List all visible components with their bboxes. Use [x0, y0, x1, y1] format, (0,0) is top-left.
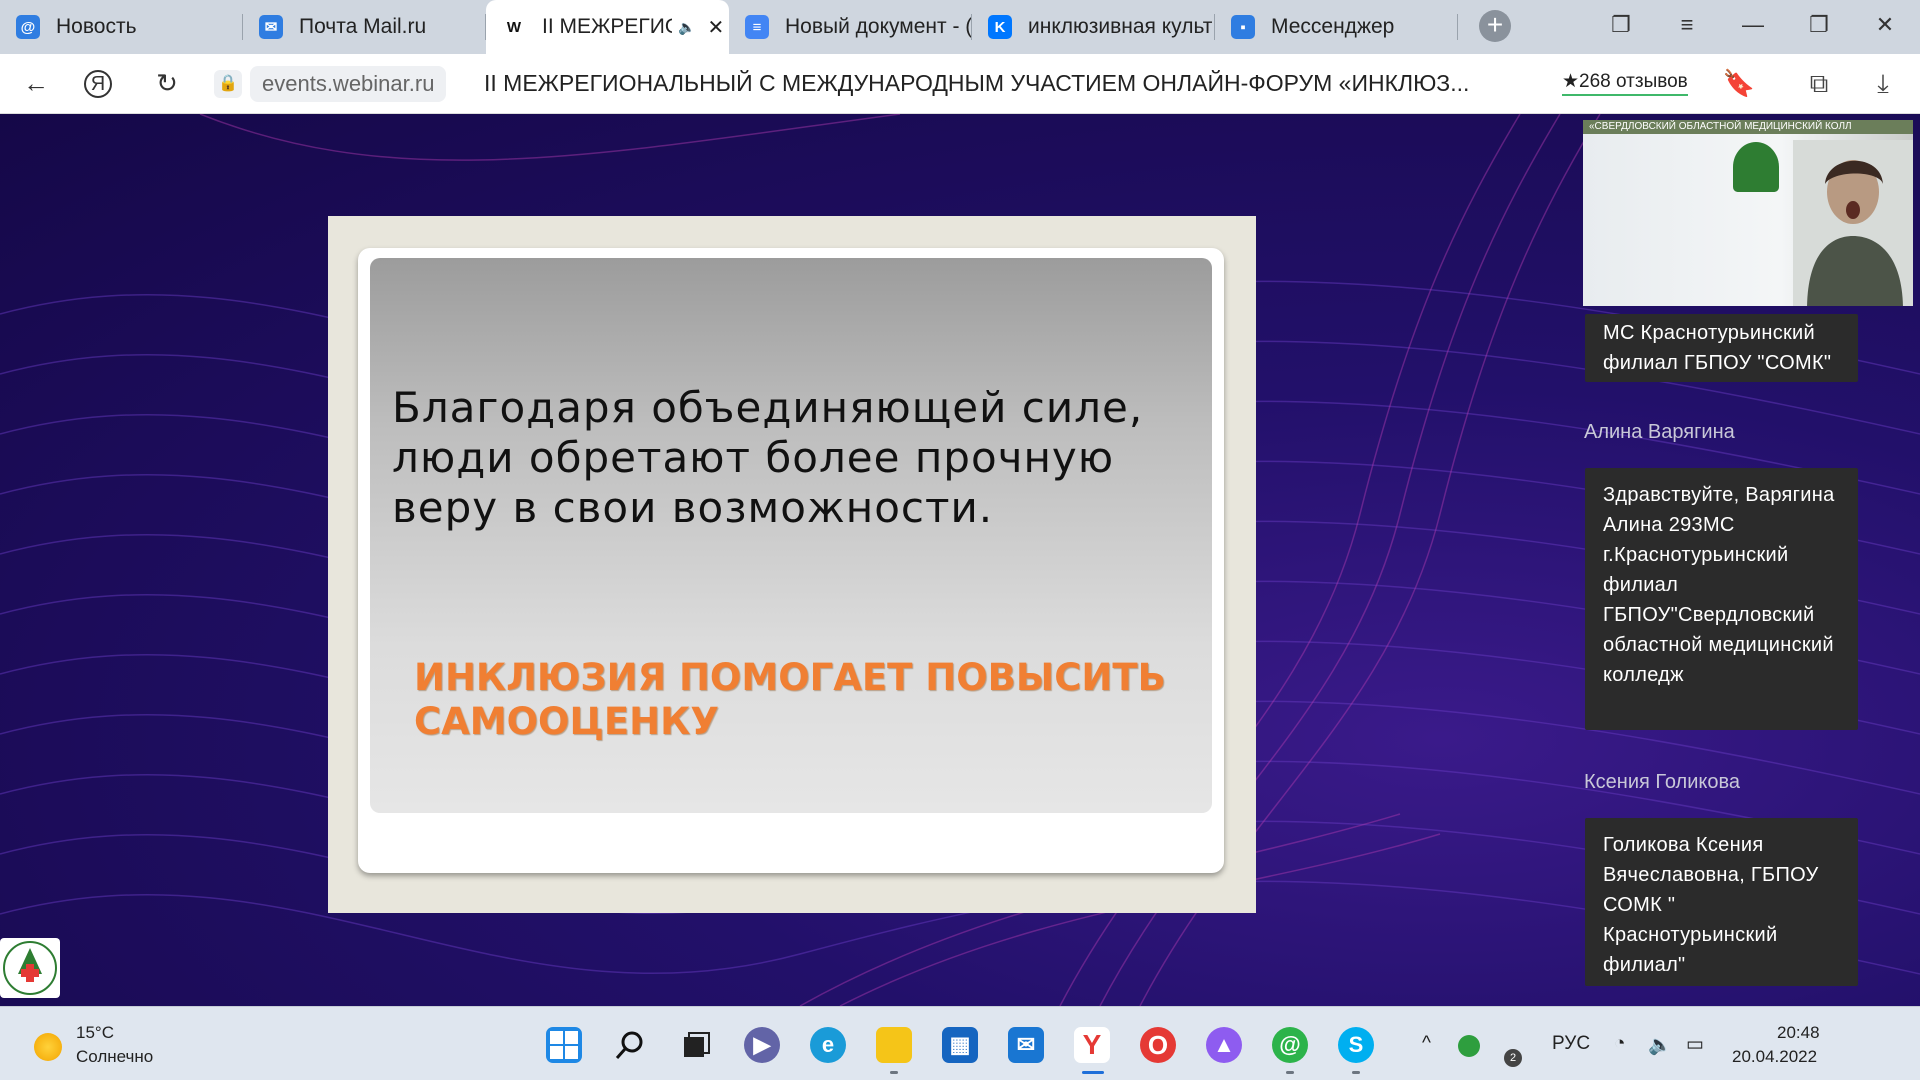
- tab-label: II МЕЖРЕГИОН: [542, 15, 672, 38]
- maximize-button[interactable]: ❐: [1804, 12, 1834, 38]
- mailru-agent-icon[interactable]: @: [1272, 1027, 1308, 1063]
- chat-author: Ксения Голикова: [1584, 771, 1741, 793]
- presentation-slide: Благодаря объединяющей силе, люди обрета…: [328, 216, 1256, 913]
- speaker-video[interactable]: «СВЕРДЛОВСКИЙ ОБЛАСТНОЙ МЕДИЦИНСКИЙ КОЛЛ: [1583, 120, 1913, 306]
- explorer-icon[interactable]: [876, 1027, 912, 1063]
- chat-message: Здравствуйте, Варягина Алина 293МС г.Кра…: [1585, 468, 1858, 730]
- running-indicator: [1352, 1071, 1360, 1074]
- messenger-icon: ▪: [1231, 15, 1255, 39]
- menu-icon[interactable]: ≡: [1672, 12, 1702, 38]
- yandex-icon[interactable]: Я: [84, 70, 112, 98]
- tab-new-document[interactable]: ≡ Новый документ - (: [729, 0, 972, 54]
- reviews-link[interactable]: ★268 отзывов: [1562, 70, 1688, 96]
- mail-app-icon[interactable]: ✉: [1008, 1027, 1044, 1063]
- opera-icon[interactable]: O: [1140, 1027, 1176, 1063]
- tab-messenger[interactable]: ▪ Мессенджер: [1215, 0, 1458, 54]
- start-icon[interactable]: [546, 1027, 582, 1063]
- chevron-up-icon[interactable]: ^: [1422, 1033, 1431, 1055]
- skype-icon[interactable]: S: [1338, 1027, 1374, 1063]
- edge-icon[interactable]: e: [810, 1027, 846, 1063]
- running-indicator: [890, 1071, 898, 1074]
- tab-label: инклюзивная культ: [1028, 15, 1213, 38]
- taskview-icon[interactable]: [678, 1027, 714, 1063]
- chat-message-text: Голикова Ксения Вячеславовна, ГБПОУ СОМК…: [1603, 834, 1819, 976]
- address-bar: ← Я ↻ 🔒 events.webinar.ru II МЕЖРЕГИОНАЛ…: [0, 54, 1920, 114]
- mail-icon: ✉: [259, 15, 283, 39]
- slide-card: Благодаря объединяющей силе, люди обрета…: [358, 248, 1224, 873]
- logo-tree-icon: [1733, 142, 1779, 192]
- video-banner-text: «СВЕРДЛОВСКИЙ ОБЛАСТНОЙ МЕДИЦИНСКИЙ КОЛЛ: [1583, 120, 1913, 134]
- speaker-image: [1793, 140, 1913, 306]
- tab-webinar-active[interactable]: W II МЕЖРЕГИОН 🔈 ✕: [486, 0, 729, 54]
- wifi-icon[interactable]: ◔: [1614, 1033, 1625, 1055]
- back-icon[interactable]: ←: [19, 68, 53, 99]
- teams-icon[interactable]: ▶: [744, 1027, 780, 1063]
- w-icon: W: [502, 15, 526, 39]
- bookmark-icon[interactable]: 🔖: [1722, 68, 1756, 99]
- tab-mail[interactable]: ✉ Почта Mail.ru: [243, 0, 486, 54]
- chat-message-text: Здравствуйте, Варягина Алина 293МС г.Кра…: [1603, 484, 1835, 686]
- active-app-indicator: [1082, 1071, 1104, 1074]
- slide-text: Благодаря объединяющей силе, люди обрета…: [392, 383, 1144, 532]
- language-indicator[interactable]: РУС: [1552, 1033, 1590, 1055]
- chat-author: Алина Варягина: [1584, 421, 1735, 443]
- chat-message: Голикова Ксения Вячеславовна, ГБПОУ СОМК…: [1585, 818, 1858, 986]
- new-tab-button[interactable]: +: [1479, 10, 1511, 42]
- slide-body: Благодаря объединяющей силе, люди обрета…: [370, 258, 1212, 813]
- logo-emblem-icon: [3, 941, 57, 995]
- college-logo: [0, 938, 60, 998]
- minimize-button[interactable]: —: [1738, 12, 1768, 38]
- weather-temperature[interactable]: 15°C: [76, 1023, 114, 1043]
- close-window-button[interactable]: ✕: [1870, 12, 1900, 38]
- tab-novost[interactable]: @ Новость: [0, 0, 243, 54]
- store-icon[interactable]: ▦: [942, 1027, 978, 1063]
- download-icon[interactable]: ⤓: [1866, 68, 1900, 100]
- alice-icon[interactable]: ▲: [1206, 1027, 1242, 1063]
- url-field[interactable]: events.webinar.ru: [250, 66, 447, 102]
- yandex-browser-icon[interactable]: Y: [1074, 1027, 1110, 1063]
- battery-icon[interactable]: ▭: [1686, 1033, 1704, 1056]
- sun-icon[interactable]: [34, 1033, 62, 1061]
- close-tab-icon[interactable]: ✕: [707, 15, 724, 40]
- collections-icon[interactable]: ❐: [1606, 12, 1636, 38]
- tray-app-icon[interactable]: [1458, 1035, 1480, 1057]
- search-icon[interactable]: [612, 1027, 648, 1063]
- share-icon[interactable]: ⧉: [1802, 68, 1836, 100]
- lock-icon[interactable]: 🔒: [214, 70, 242, 98]
- notification-badge: 2: [1504, 1049, 1522, 1067]
- page-title: II МЕЖРЕГИОНАЛЬНЫЙ С МЕЖДУНАРОДНЫМ УЧАСТ…: [484, 70, 1470, 96]
- tab-label: Новость: [56, 15, 137, 38]
- volume-icon[interactable]: 🔈: [1648, 1033, 1672, 1057]
- chat-message: МС Краснотурьинский филиал ГБПОУ "СОМК": [1585, 314, 1858, 382]
- vk-icon: K: [988, 15, 1012, 39]
- weather-description[interactable]: Солнечно: [76, 1047, 153, 1067]
- clock-date[interactable]: 20.04.2022: [1732, 1047, 1817, 1067]
- tab-label: Почта Mail.ru: [299, 15, 427, 38]
- running-indicator: [1286, 1071, 1294, 1074]
- clock-time[interactable]: 20:48: [1777, 1023, 1820, 1043]
- at-icon: @: [16, 15, 40, 39]
- tab-label: Новый документ - (: [785, 15, 972, 38]
- tab-label: Мессенджер: [1271, 15, 1395, 38]
- webinar-content: Благодаря объединяющей силе, люди обрета…: [0, 114, 1920, 1006]
- reload-icon[interactable]: ↻: [150, 68, 184, 99]
- docs-icon: ≡: [745, 15, 769, 39]
- taskbar: 15°C Солнечно ▶ e ▦ ✉ Y O ▲ @ S ^ 2 РУС …: [0, 1006, 1920, 1080]
- tab-vk[interactable]: K инклюзивная культ: [972, 0, 1215, 54]
- slide-heading: ИНКЛЮЗИЯ ПОМОГАЕТ ПОВЫСИТЬ САМООЦЕНКУ: [414, 656, 1166, 743]
- audio-playing-icon[interactable]: 🔈: [678, 19, 695, 36]
- chat-message-text: МС Краснотурьинский филиал ГБПОУ "СОМК": [1603, 322, 1832, 374]
